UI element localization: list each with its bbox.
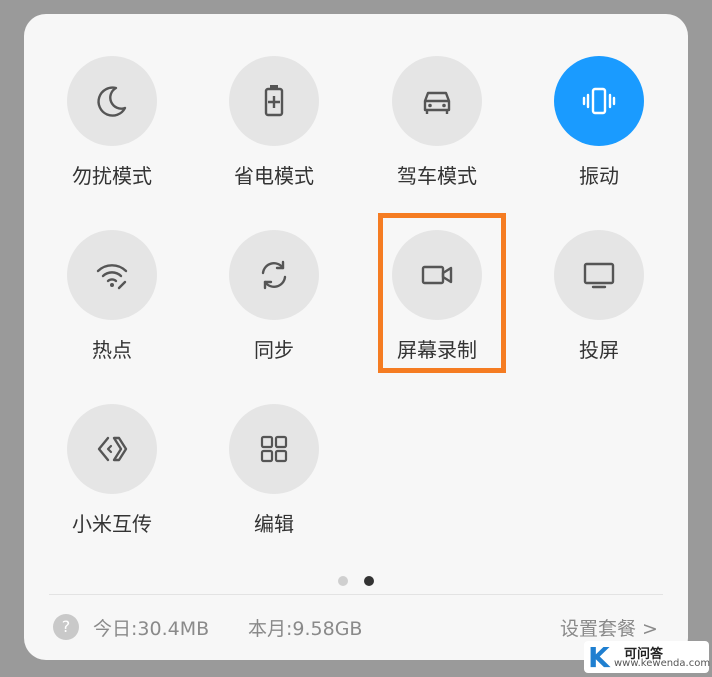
tile-driving-mode[interactable]: 驾车模式 xyxy=(377,14,497,188)
do-not-disturb-toggle[interactable] xyxy=(67,56,157,146)
tile-label: 编辑 xyxy=(254,512,294,536)
watermark-logo: K 可问答 www.kewenda.com xyxy=(584,641,711,674)
tile-label: 小米互传 xyxy=(72,512,152,536)
mi-share-toggle[interactable] xyxy=(67,404,157,494)
hotspot-toggle[interactable] xyxy=(67,230,157,320)
hotspot-icon xyxy=(96,264,128,290)
watermark-url: www.kewenda.com xyxy=(614,658,711,669)
vibrate-icon xyxy=(582,87,616,115)
mi-share-icon xyxy=(97,436,128,462)
grid-edit-icon xyxy=(260,435,288,463)
page-dot-2[interactable] xyxy=(364,576,374,586)
cast-screen-toggle[interactable] xyxy=(554,230,644,320)
highlight-box xyxy=(378,213,506,373)
tile-label: 驾车模式 xyxy=(397,164,477,188)
tile-label: 勿扰模式 xyxy=(72,164,152,188)
edit-toggle[interactable] xyxy=(229,404,319,494)
tile-label: 投屏 xyxy=(579,338,619,362)
tile-label: 同步 xyxy=(254,338,294,362)
tile-label: 热点 xyxy=(92,338,132,362)
vibrate-toggle[interactable] xyxy=(554,56,644,146)
battery-saver-icon xyxy=(264,85,284,117)
data-usage-today: 今日:30.4MB xyxy=(93,618,210,640)
battery-saver-toggle[interactable] xyxy=(229,56,319,146)
cast-screen-icon xyxy=(583,262,615,289)
data-usage-month: 本月:9.58GB xyxy=(248,618,363,640)
help-icon[interactable]: ? xyxy=(53,614,79,640)
tile-vibrate[interactable]: 振动 xyxy=(539,14,659,188)
tile-do-not-disturb[interactable]: 勿扰模式 xyxy=(52,14,172,188)
footer-divider xyxy=(49,594,663,595)
tile-hotspot[interactable]: 热点 xyxy=(52,188,172,362)
moon-icon xyxy=(97,86,127,117)
tile-battery-saver[interactable]: 省电模式 xyxy=(214,14,334,188)
car-icon xyxy=(423,91,451,114)
tile-sync[interactable]: 同步 xyxy=(214,188,334,362)
tile-label: 振动 xyxy=(579,164,619,188)
tile-mi-share[interactable]: 小米互传 xyxy=(52,362,172,536)
driving-mode-toggle[interactable] xyxy=(392,56,482,146)
tile-label: 省电模式 xyxy=(234,164,314,188)
page-dot-1[interactable] xyxy=(338,576,348,586)
tile-edit[interactable]: 编辑 xyxy=(214,362,334,536)
watermark-k: K xyxy=(588,641,610,674)
set-plan-link[interactable]: 设置套餐 > xyxy=(560,614,658,644)
sync-toggle[interactable] xyxy=(229,230,319,320)
sync-icon xyxy=(261,260,287,290)
tile-cast-screen[interactable]: 投屏 xyxy=(539,188,659,362)
